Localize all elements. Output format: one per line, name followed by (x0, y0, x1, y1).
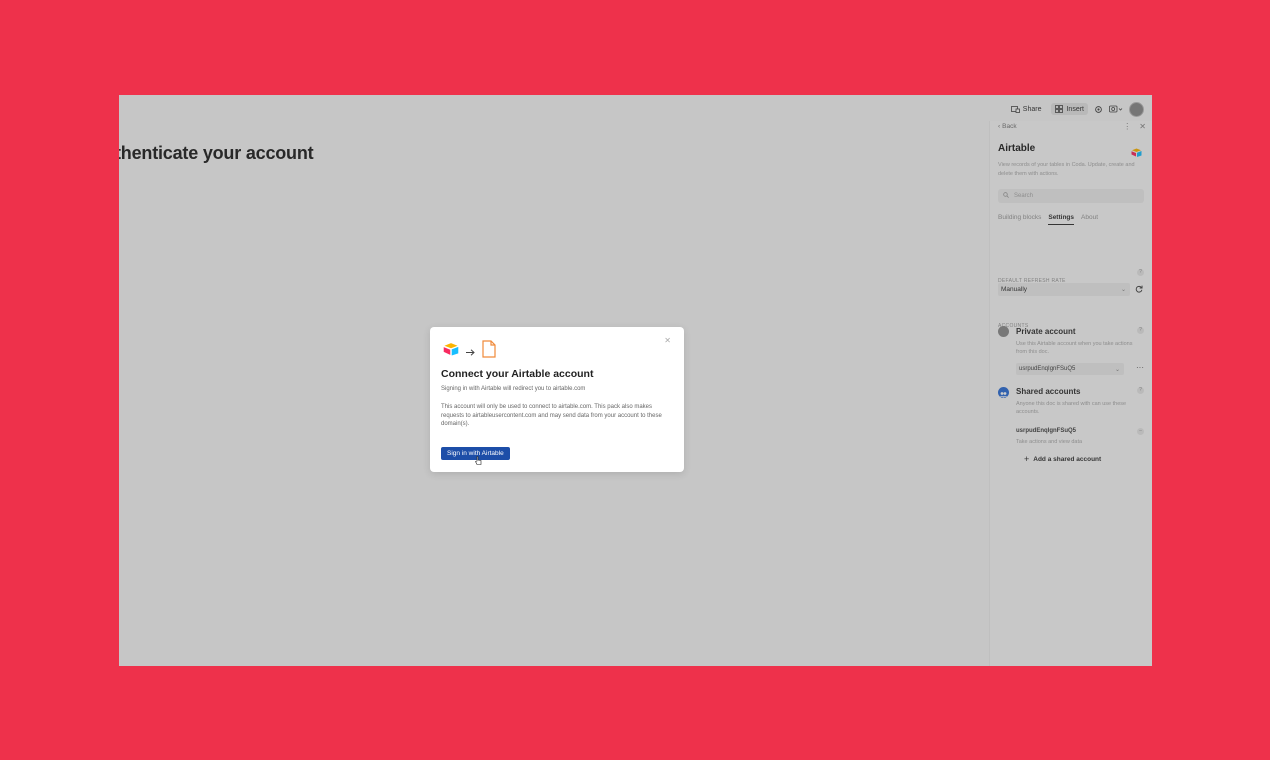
app-window: thenticate your account Share Insert ‹ B… (119, 95, 1152, 666)
dialog-body: This account will only be used to connec… (441, 404, 662, 427)
dialog-title: Connect your Airtable account (441, 368, 594, 380)
arrow-right-icon (466, 343, 475, 361)
close-icon[interactable]: ✕ (664, 336, 671, 345)
coda-doc-icon (482, 340, 496, 363)
connect-account-dialog: ✕ Connect your Airtable account Signing … (430, 327, 684, 472)
dialog-subtitle: Signing in with Airtable will redirect y… (441, 386, 586, 392)
hand-cursor-icon (475, 452, 482, 470)
airtable-logo-icon (443, 342, 459, 361)
connection-icons (443, 340, 496, 363)
